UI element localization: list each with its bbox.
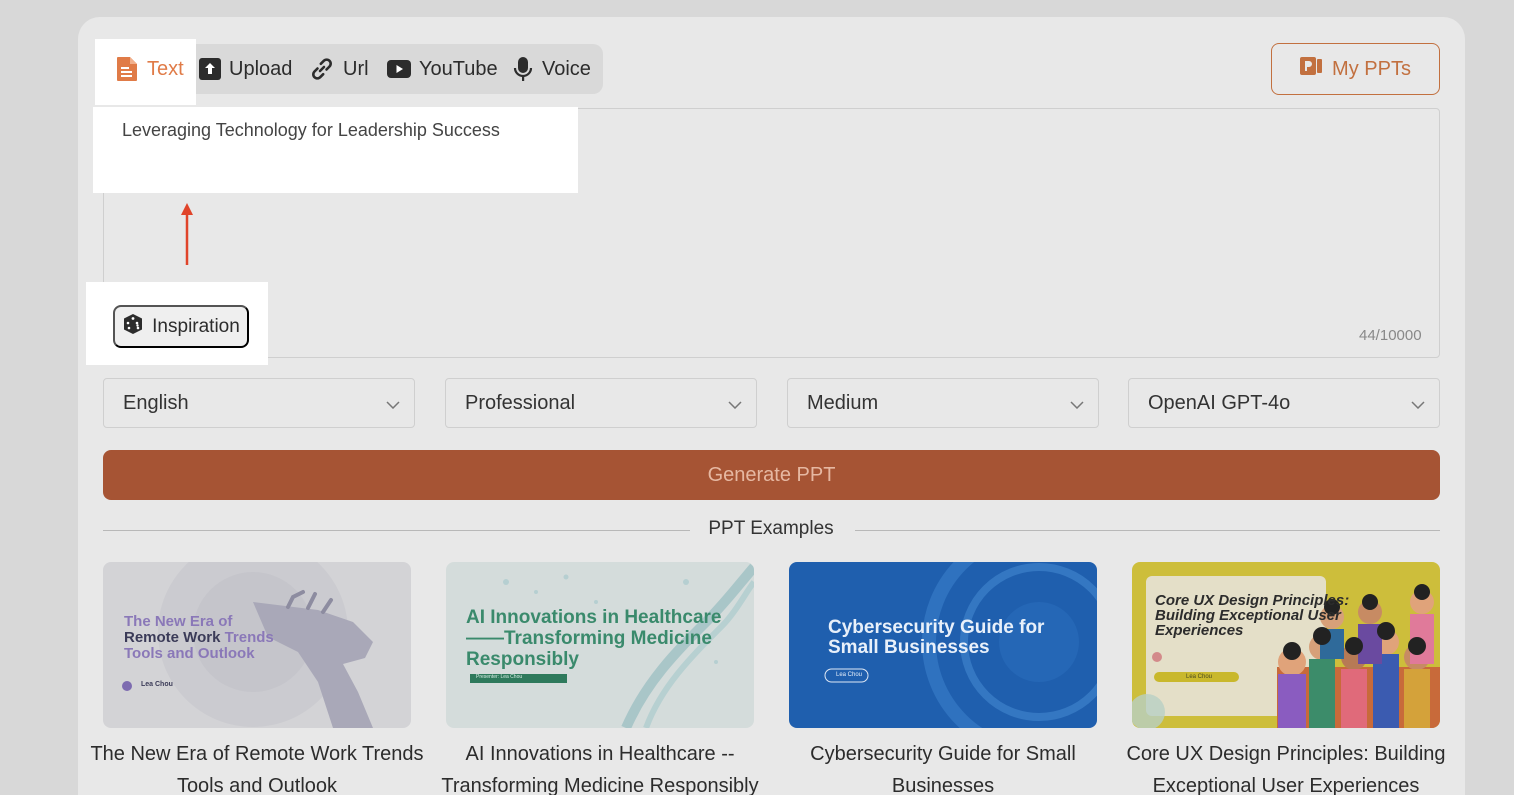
char-counter: 44/10000 bbox=[1359, 327, 1422, 344]
slide-title-line: Small Businesses bbox=[828, 637, 990, 658]
example-caption-3[interactable]: Cybersecurity Guide for Small Businesses bbox=[773, 738, 1113, 795]
language-select-value: English bbox=[123, 391, 189, 414]
slide-author: Lea Chou bbox=[141, 681, 173, 688]
microphone-icon bbox=[512, 56, 534, 82]
slide-title-line: Responsibly bbox=[466, 649, 579, 670]
chevron-down-icon bbox=[386, 392, 400, 415]
example-caption-2[interactable]: AI Innovations in Healthcare -- Transfor… bbox=[430, 738, 770, 795]
example-thumbnail-4[interactable]: Core UX Design Principles: Building Exce… bbox=[1132, 562, 1440, 728]
generate-ppt-button[interactable]: Generate PPT bbox=[103, 450, 1440, 500]
tab-youtube[interactable]: YouTube bbox=[387, 44, 498, 94]
language-select[interactable]: English bbox=[103, 378, 415, 428]
tab-url[interactable]: Url bbox=[309, 44, 369, 94]
annotation-arrow-icon bbox=[181, 203, 193, 265]
slide-author: Lea Chou bbox=[836, 672, 863, 678]
divider-right bbox=[855, 530, 1440, 531]
slide-title-line: ——Transforming Medicine bbox=[466, 628, 712, 649]
example-thumbnail-2[interactable]: AI Innovations in Healthcare ——Transform… bbox=[446, 562, 754, 728]
my-ppts-label: My PPTs bbox=[1332, 57, 1411, 80]
slide-title-emphasis: Remote Work bbox=[124, 629, 221, 646]
inspiration-button[interactable]: Inspiration bbox=[113, 305, 249, 348]
length-select[interactable]: Medium bbox=[787, 378, 1099, 428]
model-select-value: OpenAI GPT-4o bbox=[1148, 391, 1291, 414]
tab-youtube-label: YouTube bbox=[419, 57, 498, 80]
slide-title-rest: Trends bbox=[220, 629, 274, 646]
slide-title-line: Cybersecurity Guide for bbox=[828, 617, 1045, 638]
my-ppts-button[interactable]: My PPTs bbox=[1271, 43, 1440, 95]
model-select[interactable]: OpenAI GPT-4o bbox=[1128, 378, 1440, 428]
example-caption-4[interactable]: Core UX Design Principles: Building Exce… bbox=[1116, 738, 1456, 795]
topic-input-value: Leveraging Technology for Leadership Suc… bbox=[122, 120, 500, 140]
examples-heading: PPT Examples bbox=[708, 518, 834, 539]
tab-url-label: Url bbox=[343, 57, 369, 80]
tab-voice[interactable]: Voice bbox=[512, 44, 591, 94]
slide-title-line: Remote Work Trends bbox=[124, 630, 274, 646]
slide-author: Lea Chou bbox=[1186, 674, 1213, 680]
tab-text[interactable]: Text bbox=[115, 44, 184, 94]
upload-icon bbox=[199, 58, 221, 80]
tone-select[interactable]: Professional bbox=[445, 378, 757, 428]
slide-title-line: The New Era of bbox=[124, 613, 233, 630]
chevron-down-icon bbox=[1411, 392, 1425, 415]
presentation-icon bbox=[1300, 55, 1323, 83]
divider-left bbox=[103, 530, 690, 531]
tab-text-label: Text bbox=[147, 57, 184, 80]
example-thumbnail-3[interactable]: Cybersecurity Guide for Small Businesses… bbox=[789, 562, 1097, 728]
length-select-value: Medium bbox=[807, 391, 879, 414]
dice-icon bbox=[122, 313, 144, 341]
tab-upload[interactable]: Upload bbox=[199, 44, 292, 94]
chevron-down-icon bbox=[1070, 392, 1084, 415]
youtube-icon bbox=[387, 59, 411, 79]
slide-title-line: Experiences bbox=[1155, 622, 1244, 639]
chevron-down-icon bbox=[728, 392, 742, 415]
document-icon bbox=[115, 56, 139, 82]
slide-title-line: Tools and Outlook bbox=[124, 645, 255, 662]
tone-select-value: Professional bbox=[465, 391, 576, 414]
inspiration-label: Inspiration bbox=[152, 315, 240, 337]
slide-author: Presenter: Lea Chou bbox=[476, 674, 523, 680]
tab-upload-label: Upload bbox=[229, 57, 293, 80]
tab-voice-label: Voice bbox=[542, 57, 591, 80]
link-icon bbox=[309, 56, 335, 82]
example-caption-1[interactable]: The New Era of Remote Work Trends Tools … bbox=[87, 738, 427, 795]
slide-title-line: AI Innovations in Healthcare bbox=[466, 607, 722, 628]
example-thumbnail-1[interactable]: The New Era of Remote Work Trends Tools … bbox=[103, 562, 411, 728]
